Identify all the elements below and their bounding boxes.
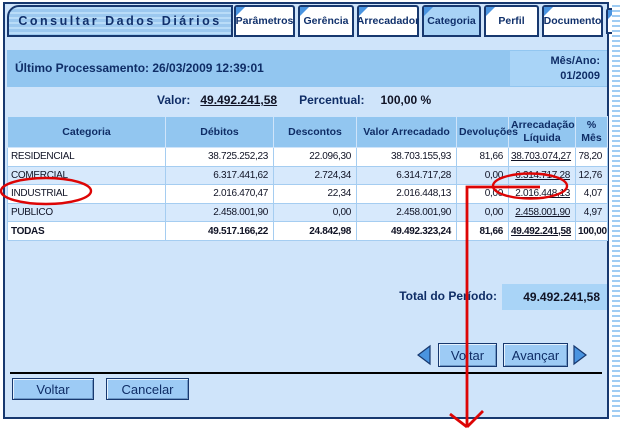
month-year-value: 01/2009 <box>510 69 600 84</box>
arrecadacao-liquida-link[interactable]: 2.016.448,13 <box>515 188 570 199</box>
col-header-categoria: Categoria <box>8 117 166 148</box>
tab-fold-icon <box>359 7 368 16</box>
tab-categoria[interactable]: Categoria <box>422 5 481 37</box>
cell-categoria: RESIDENCIAL <box>8 148 166 167</box>
tab-parametros[interactable]: Parâmetros <box>234 5 295 37</box>
cell-valor-arrecadado: 49.492.323,24 <box>357 222 457 241</box>
cell-debitos: 6.317.441,62 <box>166 166 274 185</box>
last-processing-text: Último Processamento: 26/03/2009 12:39:0… <box>15 50 264 87</box>
window-title-bar: Consultar Dados Diários <box>7 5 233 37</box>
cell-pct-mes: 4,07 <box>576 185 608 204</box>
col-header-devolucoes: Devoluções <box>457 117 509 148</box>
table-header-row: Categoria Débitos Descontos Valor Arreca… <box>8 117 608 148</box>
cell-arrecadacao-liquida: 38.703.074,27 <box>509 148 576 167</box>
cell-devolucoes: 0,00 <box>457 185 509 204</box>
cell-arrecadacao-liquida: 2.016.448,13 <box>509 185 576 204</box>
cell-pct-mes: 100,00 <box>576 222 608 241</box>
total-period-value: 49.492.241,58 <box>502 284 607 310</box>
col-header-descontos: Descontos <box>274 117 357 148</box>
col-header-arrecadacao-liquida: Arrecadação Líquida <box>509 117 576 148</box>
cell-debitos: 2.458.001,90 <box>166 203 274 222</box>
cell-valor-arrecadado: 2.458.001,90 <box>357 203 457 222</box>
cell-arrecadacao-liquida: 6.314.717,28 <box>509 166 576 185</box>
table-row-totals: TODAS 49.517.166,22 24.842,98 49.492.323… <box>8 222 608 241</box>
tab-fold-icon <box>300 7 309 16</box>
valor-value-link[interactable]: 49.492.241,58 <box>200 93 277 107</box>
cell-descontos: 22,34 <box>274 185 357 204</box>
page-previous-icon[interactable] <box>416 344 432 366</box>
tab-fold-icon <box>608 10 612 19</box>
tab-partial[interactable] <box>606 8 612 34</box>
total-period-label: Total do Período: <box>399 289 497 303</box>
footer-separator <box>10 372 602 374</box>
cell-devolucoes: 81,66 <box>457 222 509 241</box>
cell-devolucoes: 0,00 <box>457 203 509 222</box>
cell-categoria: INDUSTRIAL <box>8 185 166 204</box>
page-next-icon[interactable] <box>572 344 588 366</box>
cell-devolucoes: 81,66 <box>457 148 509 167</box>
cell-debitos: 49.517.166,22 <box>166 222 274 241</box>
col-header-valor-arrecadado: Valor Arrecadado <box>357 117 457 148</box>
cell-descontos: 24.842,98 <box>274 222 357 241</box>
cell-debitos: 2.016.470,47 <box>166 185 274 204</box>
col-header-pct-mes: % Mês <box>576 117 608 148</box>
cell-devolucoes: 0,00 <box>457 166 509 185</box>
tab-documento[interactable]: Documento <box>542 5 603 37</box>
tab-perfil[interactable]: Perfil <box>484 5 539 37</box>
tab-fold-icon <box>486 7 495 16</box>
pager-voltar-button[interactable]: Voltar <box>438 343 497 367</box>
arrecadacao-liquida-link[interactable]: 6.314.717,28 <box>515 170 570 181</box>
cell-valor-arrecadado: 2.016.448,13 <box>357 185 457 204</box>
cell-categoria: TODAS <box>8 222 166 241</box>
cell-categoria: PUBLICO <box>8 203 166 222</box>
tab-fold-icon <box>424 7 433 16</box>
percentual-label: Percentual: <box>299 93 364 107</box>
cell-valor-arrecadado: 38.703.155,93 <box>357 148 457 167</box>
pager-avancar-button[interactable]: Avançar <box>503 343 568 367</box>
cell-arrecadacao-liquida: 49.492.241,58 <box>509 222 576 241</box>
valor-percentual-row: Valor: 49.492.241,58 Percentual: 100,00 … <box>7 87 607 113</box>
tab-fold-icon <box>236 7 245 16</box>
tab-fold-icon <box>544 7 553 16</box>
cell-pct-mes: 4,97 <box>576 203 608 222</box>
cell-categoria: COMERCIAL <box>8 166 166 185</box>
voltar-button[interactable]: Voltar <box>12 378 94 400</box>
page: Consultar Dados Diários Parâmetros Gerên… <box>0 0 623 436</box>
right-edge-decoration <box>612 5 620 417</box>
table-row: COMERCIAL 6.317.441,62 2.724,34 6.314.71… <box>8 166 608 185</box>
cell-debitos: 38.725.252,23 <box>166 148 274 167</box>
tab-gerencia[interactable]: Gerência <box>298 5 354 37</box>
table-row: PUBLICO 2.458.001,90 0,00 2.458.001,90 0… <box>8 203 608 222</box>
page-title: Consultar Dados Diários <box>18 14 221 28</box>
cell-descontos: 22.096,30 <box>274 148 357 167</box>
processing-band: Último Processamento: 26/03/2009 12:39:0… <box>7 50 607 87</box>
percentual-value: 100,00 % <box>380 93 431 107</box>
tab-bar: Parâmetros Gerência Arrecadador Categori… <box>234 5 612 41</box>
arrecadacao-liquida-link[interactable]: 49.492.241,58 <box>511 226 571 237</box>
arrecadacao-liquida-link[interactable]: 38.703.074,27 <box>511 151 571 162</box>
cell-valor-arrecadado: 6.314.717,28 <box>357 166 457 185</box>
col-header-debitos: Débitos <box>166 117 274 148</box>
month-year-box: Mês/Ano: 01/2009 <box>510 51 607 86</box>
tab-arrecadador[interactable]: Arrecadador <box>357 5 419 37</box>
cell-descontos: 2.724,34 <box>274 166 357 185</box>
cell-arrecadacao-liquida: 2.458.001,90 <box>509 203 576 222</box>
table-row: RESIDENCIAL 38.725.252,23 22.096,30 38.7… <box>8 148 608 167</box>
month-year-label: Mês/Ano: <box>510 54 600 69</box>
categories-table: Categoria Débitos Descontos Valor Arreca… <box>7 116 608 241</box>
cell-descontos: 0,00 <box>274 203 357 222</box>
cell-pct-mes: 78,20 <box>576 148 608 167</box>
cancelar-button[interactable]: Cancelar <box>106 378 189 400</box>
arrecadacao-liquida-link[interactable]: 2.458.001,90 <box>515 207 570 218</box>
cell-pct-mes: 12,76 <box>576 166 608 185</box>
table-row: INDUSTRIAL 2.016.470,47 22,34 2.016.448,… <box>8 185 608 204</box>
valor-label: Valor: <box>157 93 190 107</box>
